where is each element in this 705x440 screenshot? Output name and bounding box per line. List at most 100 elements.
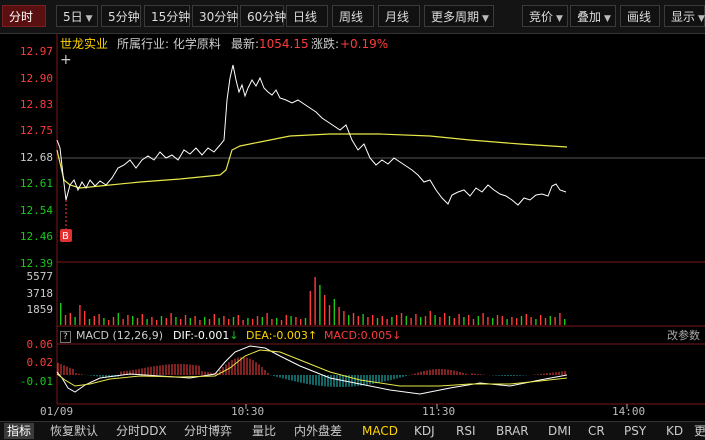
volume-bar [127,315,129,325]
tab-dmi[interactable]: DMI [548,423,571,439]
volume-bar [165,318,167,325]
volume-bar [410,318,412,325]
tab-brar[interactable]: BRAR [496,423,529,439]
macd-dea: DEA:-0.003↑ [246,329,318,342]
tab-kdj[interactable]: KDJ [414,423,435,439]
tab-intraday-game[interactable]: 分时博弈 [184,423,232,439]
macd-settings-icon[interactable]: ? [60,328,71,344]
tab-indicator[interactable]: 指标 [4,423,35,439]
volume-bar [352,313,355,325]
volume-bar [117,313,119,325]
volume-bar [247,318,249,325]
macd-title: MACD (12,26,9) [76,329,164,342]
volume-bar [434,315,436,325]
volume-bar [60,303,62,325]
volume-bar [204,317,206,325]
volume-bar [252,319,254,325]
volume-bar [74,317,76,325]
volume-bar [549,316,551,325]
volume-bar [544,318,547,325]
volume-bar [396,315,398,325]
tab-restore-default[interactable]: 恢复默认 [50,423,98,439]
volume-bars [60,277,566,325]
volume-bar [271,319,273,325]
volume-bar [84,311,86,325]
volume-bar [496,315,499,325]
volume-bar [208,319,211,325]
volume-bar [304,318,307,325]
volume-bar [338,307,340,325]
macd-value: MACD:0.005↓ [324,329,402,342]
volume-bar [328,305,331,325]
volume-bar [372,315,374,325]
time-label: 14:00 [612,405,646,418]
tab-more[interactable]: 更 [694,423,705,439]
average-price-line [56,133,568,189]
volume-bar [194,316,196,325]
volume-bar [333,299,335,325]
volume-bar [242,320,244,325]
volume-bar [276,318,278,325]
tab-psy[interactable]: PSY [624,423,646,439]
tab-volume-ratio[interactable]: 量比 [252,423,276,439]
intraday-chart: + B [56,34,705,409]
volume-bar [160,316,163,325]
volume-bar [525,314,527,325]
volume-bar [516,318,518,325]
volume-bar [357,316,359,325]
volume-bar [199,320,201,325]
volume-bar [170,313,172,325]
volume-bar [564,319,566,325]
volume-bar [184,315,187,325]
volume-bar [420,317,422,325]
volume-bar [228,319,230,325]
volume-bar [468,315,470,325]
volume-bar [180,319,182,325]
volume-bar [415,314,417,325]
volume-bar [266,313,268,325]
indicator-tabs: 指标 恢复默认 分时DDX 分时博弈 量比 内外盘差 MACD KDJ RSI … [0,421,705,440]
volume-bar [463,317,465,325]
volume-bar [237,315,239,325]
volume-bar [429,311,431,325]
tab-inout-diff[interactable]: 内外盘差 [294,423,342,439]
adjust-params-button[interactable]: 改参数 [667,328,700,344]
time-label: 11:30 [422,405,456,418]
tab-kd[interactable]: KD [666,423,683,439]
volume-bar [285,315,287,325]
volume-bar [386,319,388,325]
crosshair-icon: + [60,52,72,68]
volume-bar [535,319,537,325]
tab-cr[interactable]: CR [588,423,605,439]
volume-bar [290,316,292,325]
dea-line [56,349,568,387]
volume-bar [540,315,542,325]
macd-histogram [57,357,566,387]
volume-bar [232,317,235,325]
volume-bar [309,291,311,325]
volume-bar [444,313,446,325]
volume-bar [439,317,441,325]
volume-bar [122,319,124,325]
volume-bar [218,318,220,325]
volume-bar [391,317,393,325]
buy-marker-label: B [62,231,69,242]
volume-bar [261,317,263,325]
volume-bar [506,319,508,325]
volume-bar [156,320,158,325]
volume-bar [175,317,177,325]
volume-bar [343,311,345,325]
volume-bar [189,318,191,325]
volume-bar [93,316,95,325]
macd-dif: DIF:-0.001↓ [173,329,239,342]
tab-rsi[interactable]: RSI [456,423,476,439]
volume-bar [213,314,215,325]
tab-intraday-ddx[interactable]: 分时DDX [116,423,167,439]
tab-macd[interactable]: MACD [362,423,398,439]
volume-bar [492,318,494,325]
volume-bar [108,320,110,325]
volume-bar [98,314,100,325]
volume-bar [132,316,134,325]
volume-bar [300,319,302,325]
volume-bar [482,313,484,325]
